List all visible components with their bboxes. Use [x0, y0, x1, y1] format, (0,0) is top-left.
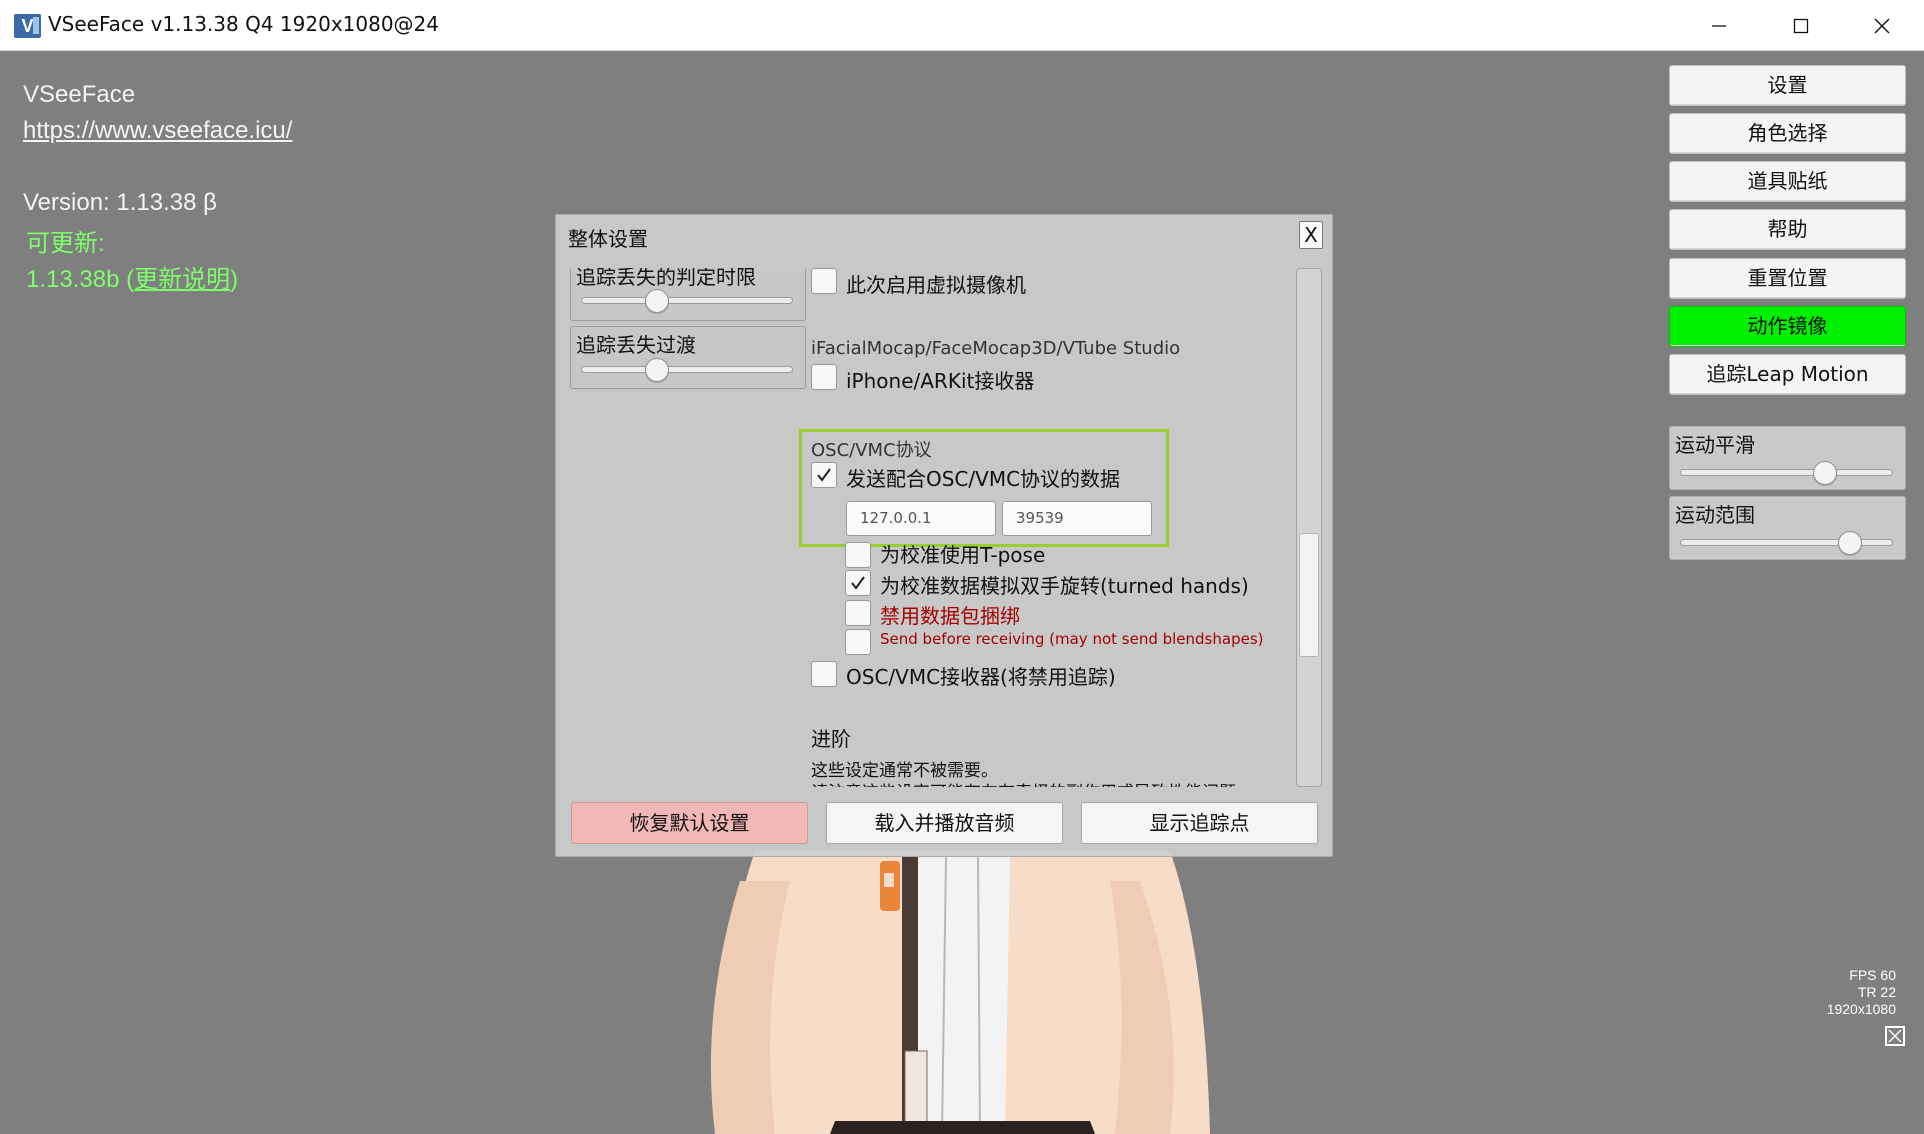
tracking-loss-transition-label: 追踪丢失过渡	[576, 333, 696, 357]
hide-ui-toggle-icon[interactable]	[1885, 1026, 1905, 1046]
props-stickers-button[interactable]: 道具贴纸	[1669, 161, 1906, 202]
send-before-receiving-label: Send before receiving (may not send blen…	[880, 630, 1264, 648]
tracking-loss-threshold-label: 追踪丢失的判定时限	[576, 268, 756, 289]
fps-text: FPS 60	[1849, 967, 1896, 983]
vseeface-app-icon: V	[14, 14, 41, 38]
website-link[interactable]: https://www.vseeface.icu/	[23, 117, 292, 145]
osc-receiver-label: OSC/VMC接收器(将禁用追踪)	[846, 665, 1116, 689]
update-notes-link[interactable]: 更新说明	[134, 266, 230, 293]
turned-hands-checkbox[interactable]	[845, 570, 871, 596]
motion-range-label: 运动范围	[1675, 503, 1755, 527]
title-bar: V VSeeFace v1.13.38 Q4 1920x1080@24	[0, 0, 1924, 51]
reset-position-button[interactable]: 重置位置	[1669, 258, 1906, 299]
resolution-text: 1920x1080	[1826, 1001, 1896, 1017]
restore-defaults-button[interactable]: 恢复默认设置	[571, 802, 808, 844]
iphone-receiver-checkbox[interactable]	[811, 364, 837, 390]
window-title: VSeeFace v1.13.38 Q4 1920x1080@24	[48, 12, 440, 36]
close-icon	[1874, 18, 1890, 34]
dialog-close-button[interactable]: X	[1299, 221, 1323, 249]
tracking-loss-transition-track[interactable]	[581, 366, 793, 373]
minimize-icon	[1712, 25, 1726, 27]
dialog-title: 整体设置	[568, 227, 648, 251]
checkmark-icon	[817, 468, 831, 482]
dialog-scrollbar-thumb[interactable]	[1299, 533, 1319, 657]
app-name: VSeeFace	[23, 81, 136, 108]
motion-smoothing-label: 运动平滑	[1675, 433, 1755, 457]
checkmark-icon	[851, 576, 865, 590]
osc-receiver-checkbox[interactable]	[811, 661, 837, 687]
advanced-section-header: 进阶	[811, 727, 851, 751]
disable-bundling-checkbox[interactable]	[845, 600, 871, 626]
show-tracking-points-button[interactable]: 显示追踪点	[1081, 802, 1318, 844]
tracking-loss-threshold-panel: 追踪丢失的判定时限	[570, 268, 806, 321]
update-available-label: 可更新:	[26, 230, 105, 257]
minimize-button[interactable]	[1694, 8, 1744, 44]
tracking-loss-threshold-knob[interactable]	[645, 289, 670, 313]
leap-motion-button[interactable]: 追踪Leap Motion	[1669, 354, 1906, 395]
motion-range-panel: 运动范围	[1669, 496, 1906, 560]
osc-ip-input[interactable]: 127.0.0.1	[846, 501, 996, 536]
motion-smoothing-panel: 运动平滑	[1669, 426, 1906, 490]
update-version-line: 1.13.38b (更新说明)	[26, 266, 239, 293]
tracking-loss-threshold-track[interactable]	[581, 297, 793, 304]
osc-send-checkbox[interactable]	[811, 462, 837, 488]
motion-range-slider-knob[interactable]	[1838, 531, 1863, 555]
dialog-scroll-content: 追踪丢失的判定时限 追踪丢失过渡 此次启用虚拟摄像机 iFacialMocap/…	[568, 268, 1298, 787]
tracking-loss-transition-knob[interactable]	[645, 358, 670, 382]
help-button[interactable]: 帮助	[1669, 209, 1906, 250]
send-before-receiving-checkbox[interactable]	[845, 629, 871, 655]
disable-bundling-label: 禁用数据包捆绑	[880, 604, 1020, 628]
virtual-camera-checkbox[interactable]	[811, 268, 837, 294]
tpose-checkbox[interactable]	[845, 542, 871, 568]
osc-section-header: OSC/VMC协议	[811, 440, 932, 461]
tr-text: TR 22	[1857, 984, 1896, 1000]
close-window-button[interactable]	[1857, 8, 1907, 44]
advanced-warning: 请注意这些设定可能存在有奇怪的副作用或导致性能问题	[811, 778, 1236, 787]
tpose-label: 为校准使用T-pose	[880, 543, 1046, 567]
motion-mirror-button[interactable]: 动作镜像	[1669, 306, 1906, 347]
load-audio-button[interactable]: 载入并播放音频	[826, 802, 1063, 844]
osc-port-input[interactable]: 39539	[1002, 501, 1152, 536]
version-text: Version: 1.13.38 β	[23, 189, 217, 216]
stats-readout: FPS 60 TR 22 1920x1080	[1827, 967, 1896, 1018]
iphone-receiver-label: iPhone/ARKit接收器	[846, 369, 1035, 393]
character-select-button[interactable]: 角色选择	[1669, 113, 1906, 154]
dialog-scrollbar[interactable]	[1296, 268, 1322, 787]
motion-smoothing-slider-knob[interactable]	[1812, 461, 1837, 485]
general-settings-dialog: 整体设置 X 追踪丢失的判定时限 追踪丢失过渡 此次启用虚拟摄像机 iFacia…	[555, 214, 1333, 857]
settings-button[interactable]: 设置	[1669, 65, 1906, 106]
osc-send-label: 发送配合OSC/VMC协议的数据	[846, 467, 1121, 491]
virtual-camera-label: 此次启用虚拟摄像机	[846, 273, 1026, 297]
maximize-icon	[1793, 18, 1809, 34]
turned-hands-label: 为校准数据模拟双手旋转(turned hands)	[880, 574, 1249, 598]
tracking-loss-transition-panel: 追踪丢失过渡	[570, 326, 806, 389]
motion-smoothing-track[interactable]	[1680, 469, 1893, 476]
maximize-button[interactable]	[1776, 8, 1826, 44]
ifacial-section-header: iFacialMocap/FaceMocap3D/VTube Studio	[811, 338, 1181, 359]
